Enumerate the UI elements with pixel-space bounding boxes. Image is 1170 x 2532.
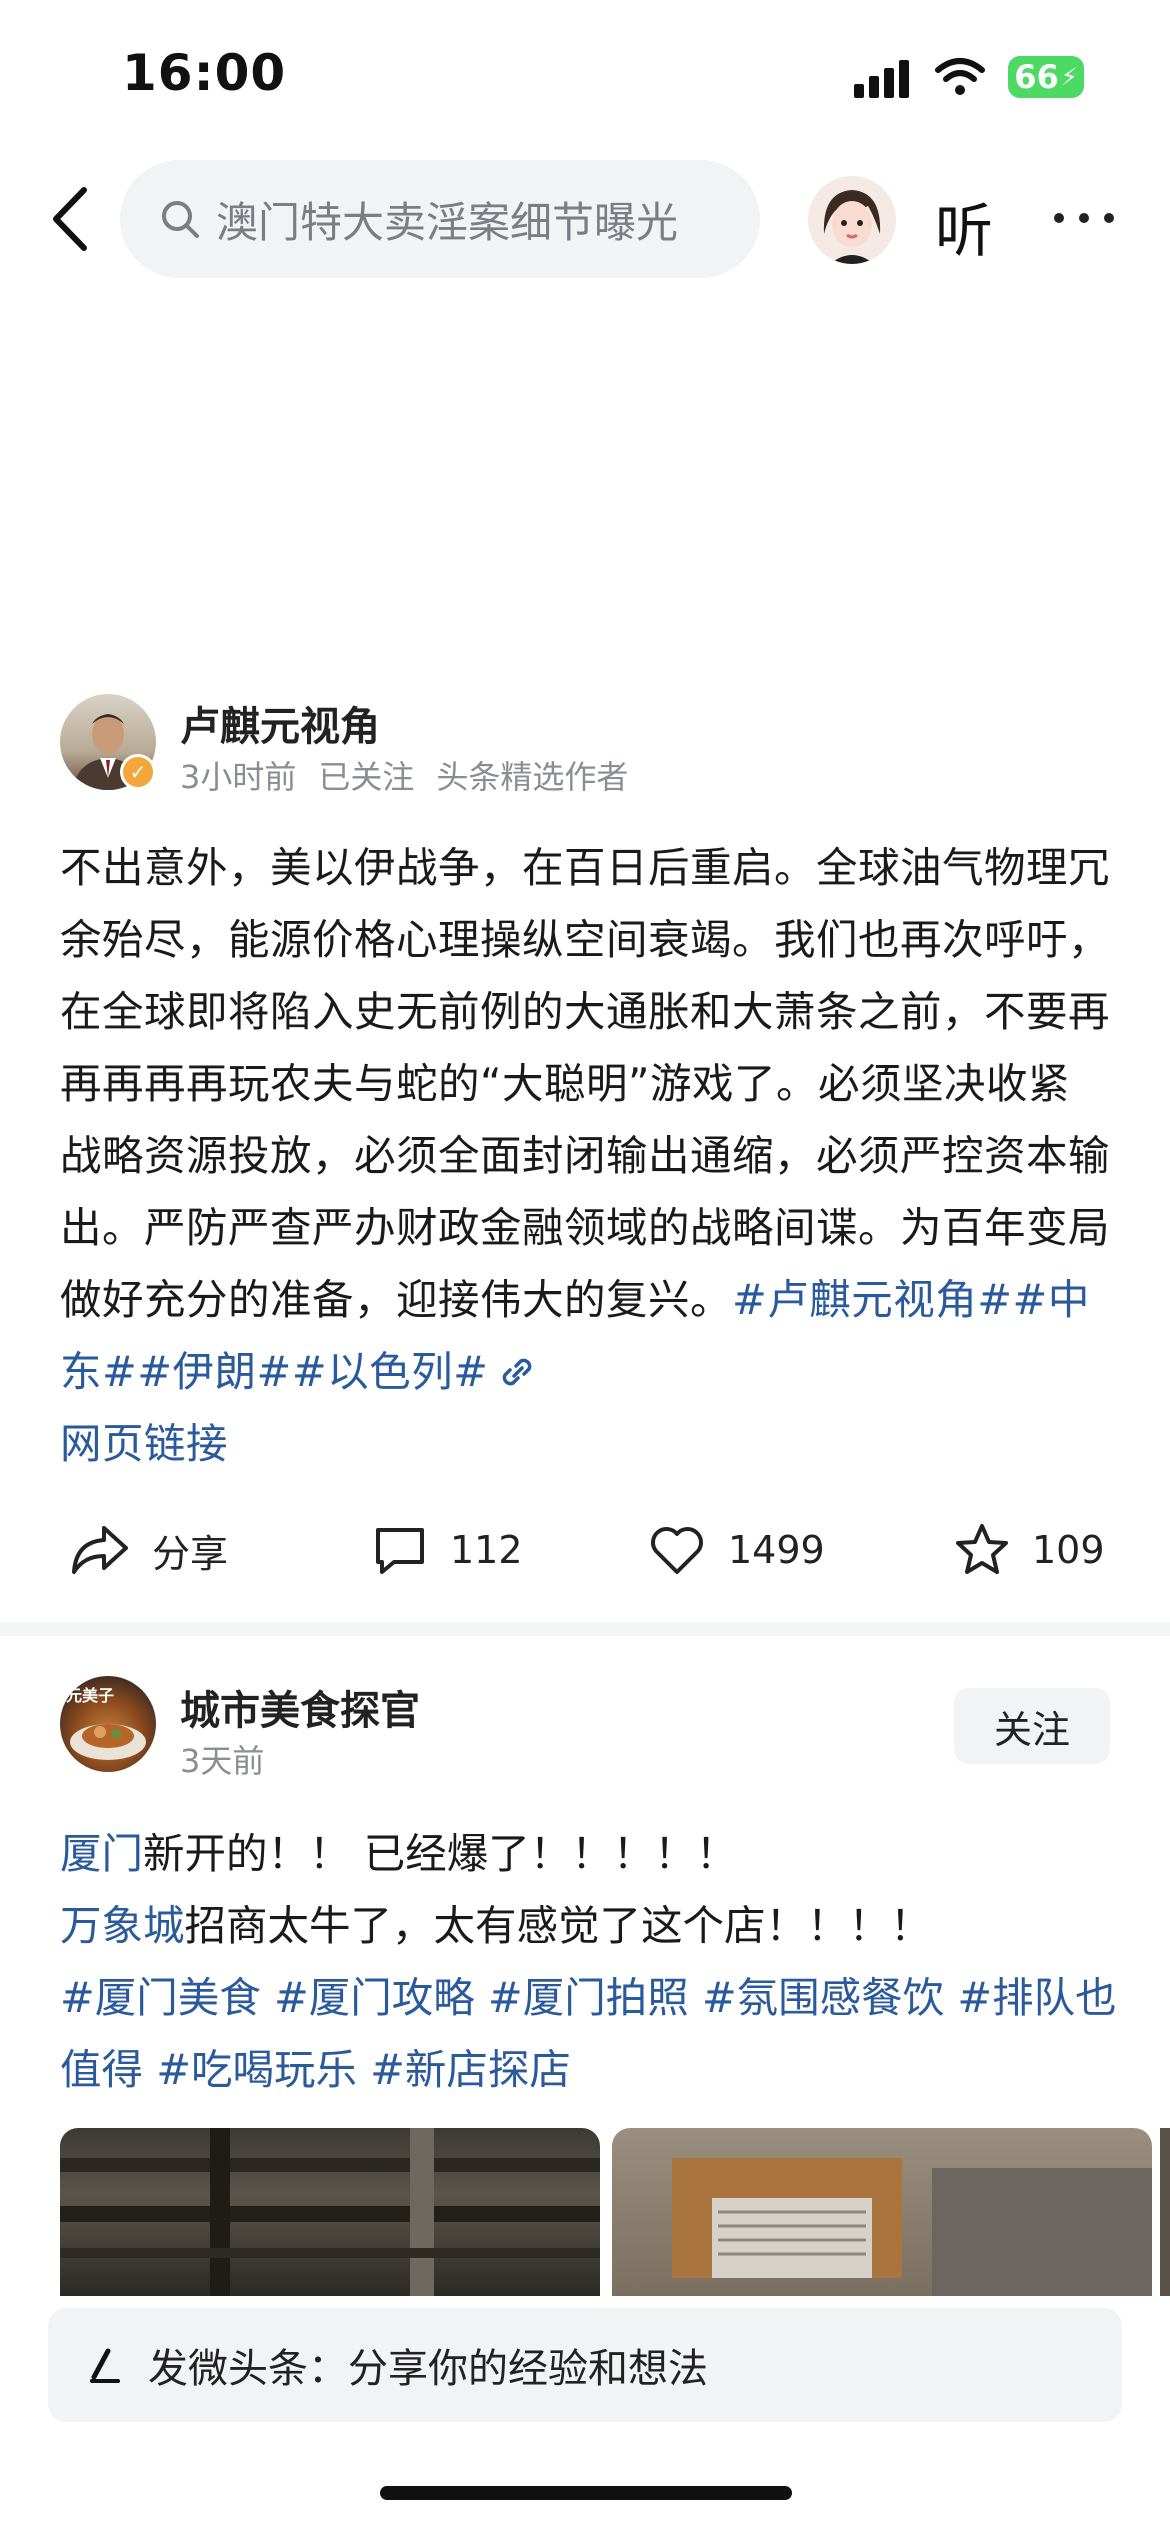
vent-photo-icon — [672, 2158, 1152, 2296]
home-indicator[interactable] — [380, 2486, 792, 2500]
pen-icon — [90, 2348, 120, 2383]
compose-placeholder: 发微头条：分享你的经验和想法 — [148, 2346, 708, 2392]
cellular-signal-icon — [854, 60, 909, 98]
share-label: 分享 — [152, 1531, 229, 1576]
favorite-count: 109 — [1032, 1528, 1105, 1572]
author-name[interactable]: 城市美食探官 — [180, 1678, 420, 1736]
post-body: 不出意外，美以伊战争，在百日后重启。全球油气物理冗余殆尽，能源价格心理操纵空间衰… — [60, 832, 1110, 1480]
author-name[interactable]: 卢麒元视角 — [180, 694, 380, 752]
comment-icon — [376, 1528, 424, 1574]
food-avatar-text: 元美子 — [66, 1686, 115, 1705]
comment-count: 112 — [450, 1528, 523, 1572]
photo-edge — [1160, 2128, 1170, 2296]
post-photo[interactable] — [612, 2128, 1152, 2296]
status-time: 16:00 — [122, 44, 287, 102]
author-title: 头条精选作者 — [436, 758, 629, 796]
star-icon — [956, 1524, 1008, 1574]
charging-icon: ⚡ — [1060, 63, 1078, 91]
wifi-icon — [935, 58, 985, 95]
listen-button[interactable]: 听 — [935, 184, 993, 268]
assistant-avatar[interactable] — [808, 176, 896, 264]
comment-button[interactable]: 112 — [372, 1510, 523, 1590]
share-icon — [72, 1526, 128, 1574]
location-link[interactable]: 厦门 — [60, 1829, 143, 1878]
like-button[interactable]: 1499 — [648, 1510, 825, 1590]
verified-badge-icon: ✓ — [120, 754, 156, 790]
follow-button[interactable]: 关注 — [954, 1688, 1110, 1764]
link-icon — [503, 1358, 532, 1386]
favorite-button[interactable]: 109 — [954, 1510, 1105, 1590]
share-button[interactable]: 分享 — [70, 1510, 228, 1590]
post-text-line: 招商太牛了，太有感觉了这个店！！！！ — [184, 1901, 932, 1950]
section-divider — [0, 1622, 1170, 1636]
assistant-face-icon — [808, 176, 896, 264]
location-link[interactable]: 万象城 — [60, 1901, 185, 1950]
battery-indicator: 66 ⚡ — [1008, 56, 1084, 98]
post-meta: 3小时前 已关注 头条精选作者 — [180, 752, 650, 798]
post-body: 厦门新开的！！ 已经爆了！！！！！ 万象城招商太牛了，太有感觉了这个店！！！！ … — [60, 1818, 1120, 2106]
compose-bar[interactable]: 发微头条：分享你的经验和想法 — [48, 2308, 1122, 2422]
follow-status: 已关注 — [318, 758, 415, 796]
post-photo[interactable] — [60, 2128, 600, 2296]
battery-level: 66 — [1014, 58, 1059, 96]
search-icon — [162, 201, 199, 238]
webpage-link[interactable]: 网页链接 — [60, 1419, 228, 1468]
ceiling-photo-icon — [60, 2128, 600, 2296]
search-query: 澳门特大卖淫案细节曝光 — [216, 197, 679, 247]
post-time: 3天前 — [180, 1742, 265, 1780]
post-body-text: 不出意外，美以伊战争，在百日后重启。全球油气物理冗余殆尽，能源价格心理操纵空间衰… — [60, 843, 1111, 1324]
more-options-icon[interactable] — [1054, 208, 1129, 227]
search-bar[interactable]: 澳门特大卖淫案细节曝光 — [120, 160, 760, 278]
post-actions: 分享 112 1499 109 — [0, 1510, 1170, 1590]
like-count: 1499 — [728, 1528, 825, 1572]
post-time: 3小时前 — [180, 758, 297, 796]
post-text-line: 新开的！！ 已经爆了！！！！！ — [143, 1829, 738, 1878]
heart-icon — [651, 1527, 703, 1574]
post-hashtags[interactable]: #厦门美食 #厦门攻略 #厦门拍照 #氛围感餐饮 #排队也值得 #吃喝玩乐 #新… — [60, 1962, 1120, 2106]
back-icon[interactable] — [50, 186, 90, 252]
food-author-avatar[interactable]: 元美子 — [60, 1676, 156, 1772]
